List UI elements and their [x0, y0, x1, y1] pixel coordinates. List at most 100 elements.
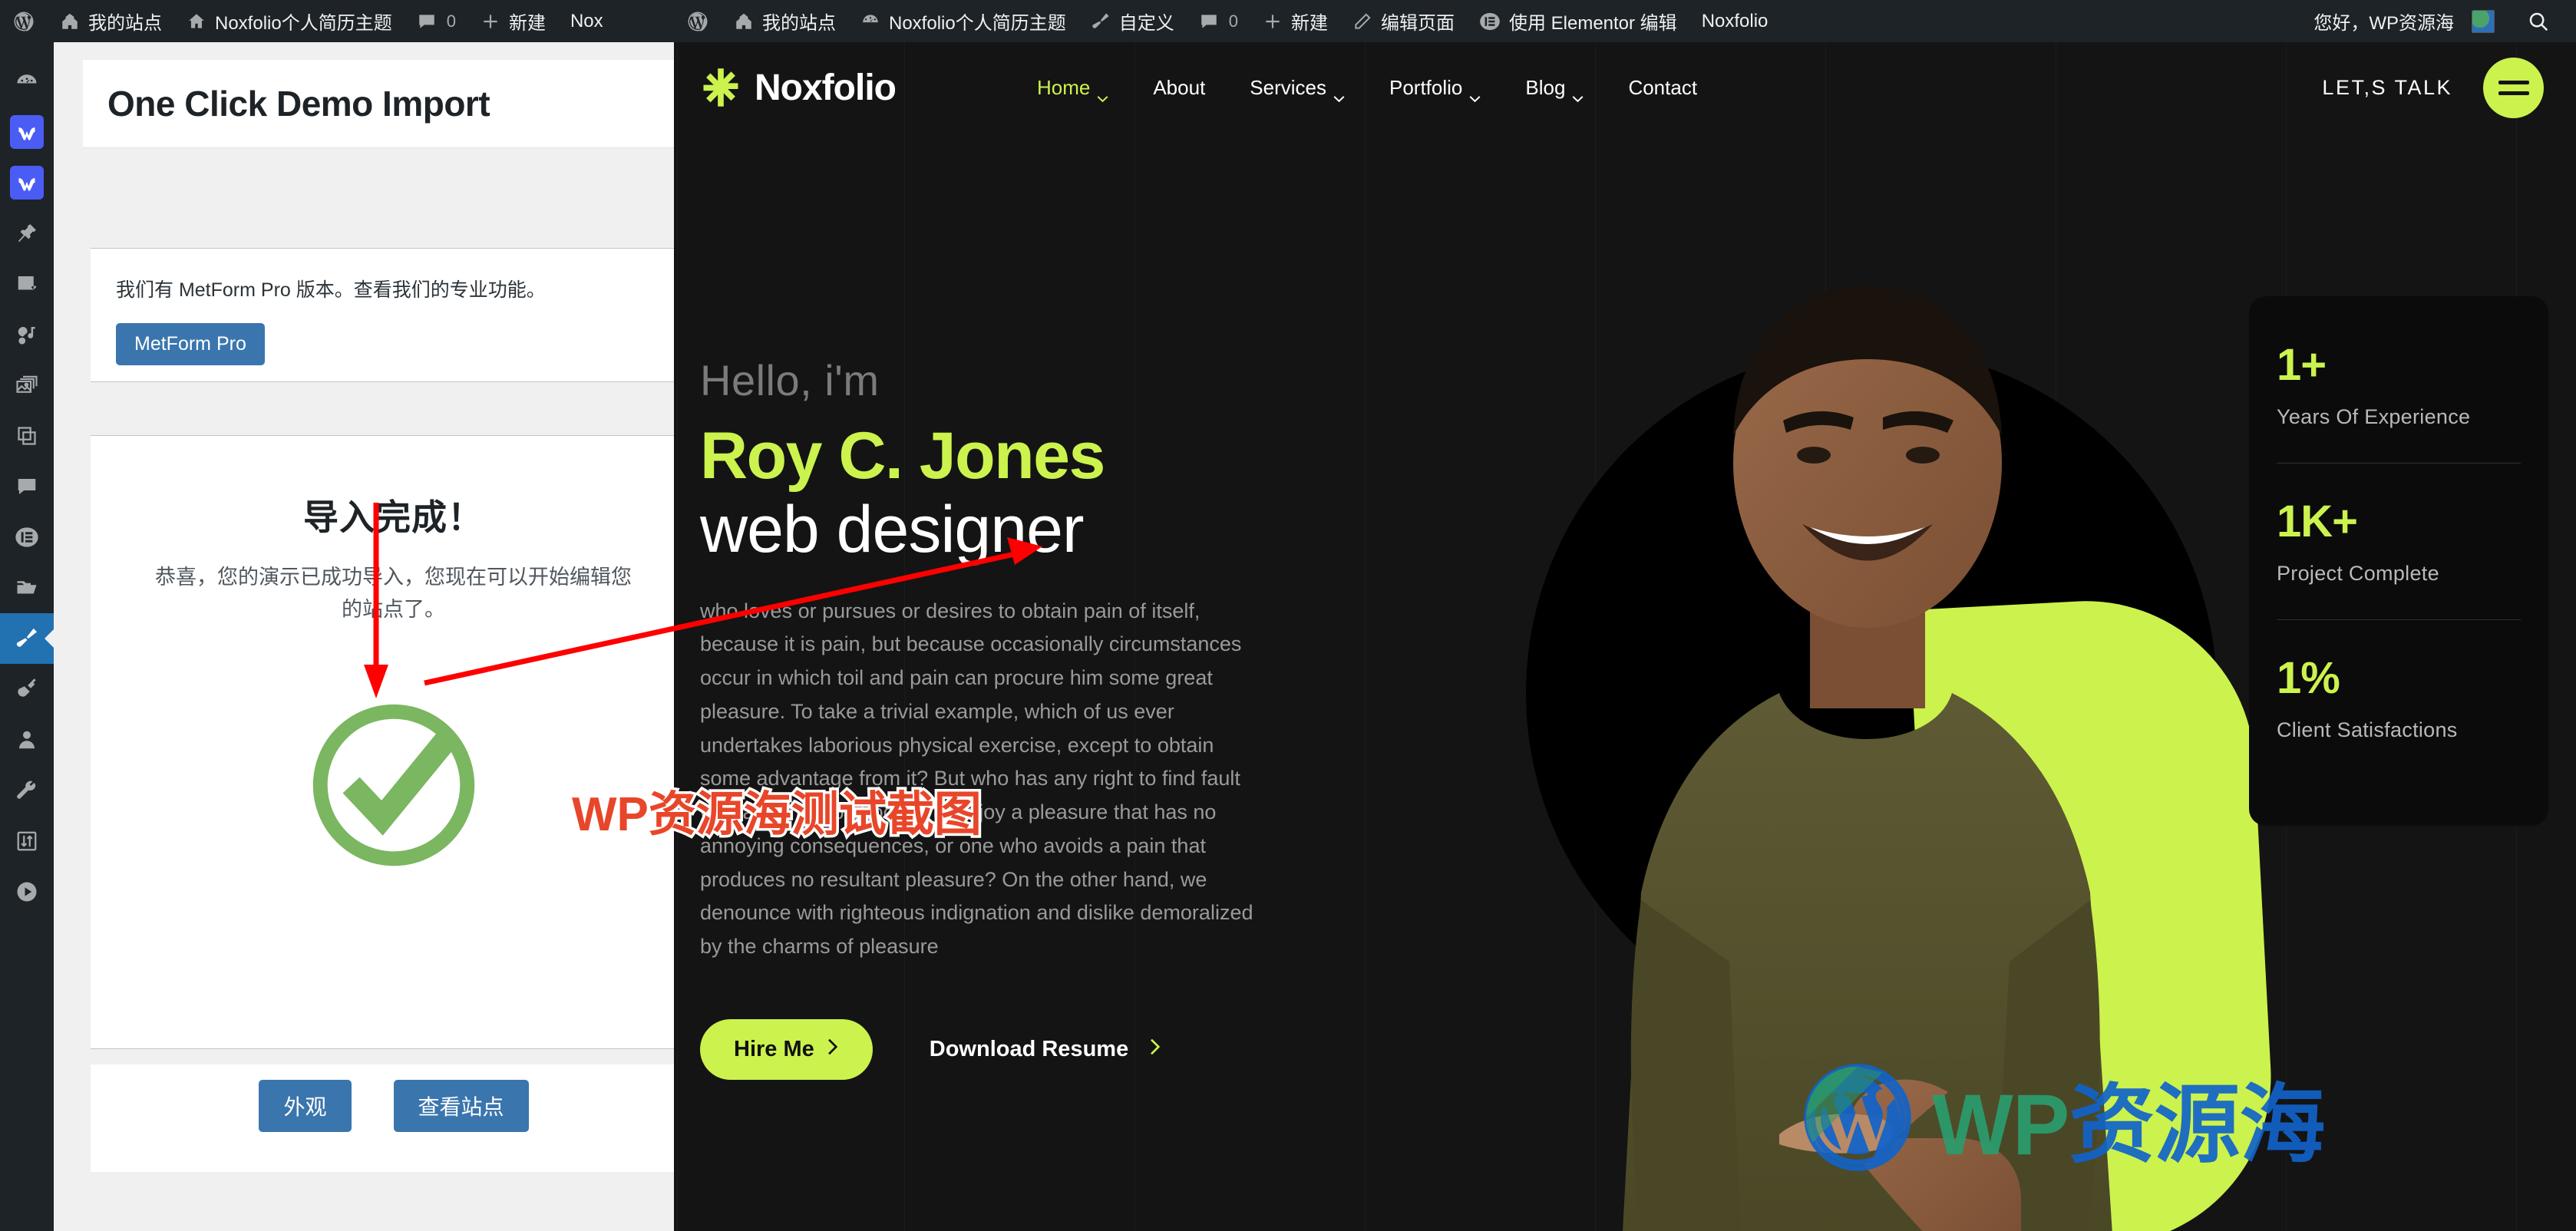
forms-icon: [10, 267, 44, 301]
chevron-down-icon: [1097, 84, 1108, 102]
circle-check-icon: [297, 685, 490, 878]
watermark-logo-prefix: WP: [1932, 1077, 2069, 1173]
adminbar-back-truncated[interactable]: Nox: [558, 0, 616, 42]
nav-item-home[interactable]: Home: [1015, 75, 1131, 102]
nav-item-blog[interactable]: Blog: [1503, 76, 1606, 102]
chevron-down-icon: [1572, 84, 1584, 102]
sidebar-item-appearance[interactable]: [0, 613, 54, 664]
download-resume-link[interactable]: Download Resume: [930, 1037, 1161, 1062]
metform-pro-button[interactable]: MetForm Pro: [116, 323, 265, 365]
adminbar-front-my-sites[interactable]: 我的站点: [722, 0, 848, 42]
wp-admin-bar-front: 我的站点 Noxfolio个人简历主题 自定义 0 新建 编辑页面 使用 Ele…: [674, 0, 2576, 42]
hamburger-menu-icon[interactable]: [2483, 57, 2544, 118]
tools-wrench-icon: [10, 774, 44, 807]
nav-item-portfolio[interactable]: Portfolio: [1367, 75, 1503, 102]
adminbar-edit-elementor[interactable]: 使用 Elementor 编辑: [1467, 0, 1689, 42]
adminbar-edit-page[interactable]: 编辑页面: [1340, 0, 1467, 42]
adminbar-front-logo[interactable]: [674, 0, 722, 42]
adminbar-front-new[interactable]: 新建: [1250, 0, 1340, 42]
adminbar-back-my-sites-label: 我的站点: [88, 13, 162, 34]
adminbar-current-page[interactable]: Noxfolio: [1689, 0, 1781, 42]
sidebar-item-metform[interactable]: [0, 107, 54, 157]
sidebar-item-gallery[interactable]: [0, 360, 54, 411]
header-actions: LET,S TALK: [2322, 57, 2544, 118]
chevron-down-icon: [1469, 84, 1481, 102]
site-home-icon: [60, 12, 80, 31]
home-icon: [187, 12, 206, 31]
import-done-subtitle: 恭喜，您的演示已成功导入，您现在可以开始编辑您的站点了。: [155, 566, 632, 621]
adminbar-back-truncated-label: Nox: [570, 10, 603, 31]
chevron-down-icon: [1333, 84, 1345, 102]
wordpress-icon: [686, 10, 709, 33]
hire-me-button[interactable]: Hire Me: [700, 1018, 873, 1080]
templates-folder-icon: [10, 571, 44, 605]
adminbar-back-my-sites[interactable]: 我的站点: [48, 0, 174, 42]
stat-label: Client Satisfactions: [2277, 718, 2458, 741]
sidebar-item-forms[interactable]: [0, 259, 54, 309]
adminbar-front-site-name-label: Noxfolio个人简历主题: [889, 13, 1066, 34]
import-complete-panel: 导入完成！ 恭喜，您的演示已成功导入，您现在可以开始编辑您的站点了。: [91, 435, 697, 1049]
users-icon: [10, 723, 44, 757]
site-home-icon: [734, 12, 754, 31]
sidebar-item-media-player[interactable]: [0, 866, 54, 917]
stat-value: 1K+: [2277, 497, 2358, 546]
sidebar-item-posts[interactable]: [0, 208, 54, 259]
adminbar-customize[interactable]: 自定义: [1078, 0, 1187, 42]
nav-item-about[interactable]: About: [1131, 76, 1227, 100]
lets-talk-link[interactable]: LET,S TALK: [2322, 76, 2452, 100]
chevron-right-icon: [825, 1037, 839, 1062]
view-site-button[interactable]: 查看站点: [393, 1080, 529, 1132]
adminbar-back-site-name[interactable]: Noxfolio个人简历主题: [174, 0, 405, 42]
adminbar-back-new[interactable]: 新建: [468, 0, 558, 42]
pin-icon: [10, 216, 44, 250]
sidebar-item-metform-alt[interactable]: [0, 157, 54, 208]
comment-bubble-icon: [10, 470, 44, 503]
hero-cta-row: Hire Me Download Resume: [700, 1018, 1483, 1080]
sidebar-item-tools[interactable]: [0, 765, 54, 816]
nav-item-services[interactable]: Services: [1227, 76, 1367, 102]
search-icon[interactable]: [2507, 10, 2565, 33]
hamburger-bar: [2498, 91, 2529, 95]
nav-item-contact[interactable]: Contact: [1606, 76, 1719, 100]
sidebar-item-comments[interactable]: [0, 461, 54, 512]
hero-role: web designer: [700, 493, 1085, 567]
play-circle-icon: [10, 875, 44, 909]
wordpress-logo-menu[interactable]: [0, 0, 48, 42]
brush-icon: [1091, 12, 1111, 31]
nav-item-portfolio-label: Portfolio: [1389, 75, 1463, 99]
media-icon: [10, 318, 44, 351]
stat-value: 1%: [2277, 653, 2340, 703]
dashboard-gauge-icon: [10, 64, 44, 98]
nav-item-about-label: About: [1153, 75, 1206, 99]
account-greeting-label: 您好，WP资源海: [2313, 13, 2454, 34]
adminbar-front-site-name[interactable]: Noxfolio个人简历主题: [848, 0, 1078, 42]
sidebar-item-plugins[interactable]: [0, 664, 54, 715]
adminbar-back-comments[interactable]: 0: [405, 0, 468, 42]
wordpress-icon: [1800, 1060, 1915, 1175]
stat-divider: [2277, 619, 2521, 620]
sidebar-item-dashboard[interactable]: [0, 56, 54, 107]
appearance-button[interactable]: 外观: [259, 1080, 352, 1132]
sidebar-item-media[interactable]: [0, 309, 54, 360]
adminbar-front-my-sites-label: 我的站点: [762, 13, 836, 34]
stat-item: 1+ Years Of Experience: [2277, 339, 2521, 429]
stat-divider: [2277, 463, 2521, 464]
adminbar-customize-label: 自定义: [1118, 13, 1174, 34]
stat-value: 1+: [2277, 340, 2327, 390]
sidebar-item-pages[interactable]: [0, 411, 54, 461]
nav-item-home-label: Home: [1036, 75, 1091, 99]
metform-notice-text: 我们有 MetForm Pro 版本。查看我们的专业功能。: [116, 279, 546, 301]
sidebar-item-users[interactable]: [0, 715, 54, 765]
site-brand[interactable]: Noxfolio: [700, 67, 897, 109]
site-preview-window: Noxfolio Home About Services Portfolio B…: [674, 42, 2576, 1231]
odi-header-card: One Click Demo Import: [83, 60, 697, 148]
adminbar-front-comments[interactable]: 0: [1187, 0, 1250, 42]
account-greeting[interactable]: 您好，WP资源海: [2301, 0, 2507, 42]
stat-label: Years Of Experience: [2277, 405, 2471, 428]
sidebar-item-elementor[interactable]: [0, 512, 54, 563]
wordpress-icon: [12, 10, 35, 33]
sidebar-item-templates[interactable]: [0, 563, 54, 613]
adminbar-back-new-label: 新建: [508, 13, 546, 34]
sidebar-item-settings[interactable]: [0, 816, 54, 866]
adminbar-current-page-label: Noxfolio: [1701, 10, 1769, 31]
